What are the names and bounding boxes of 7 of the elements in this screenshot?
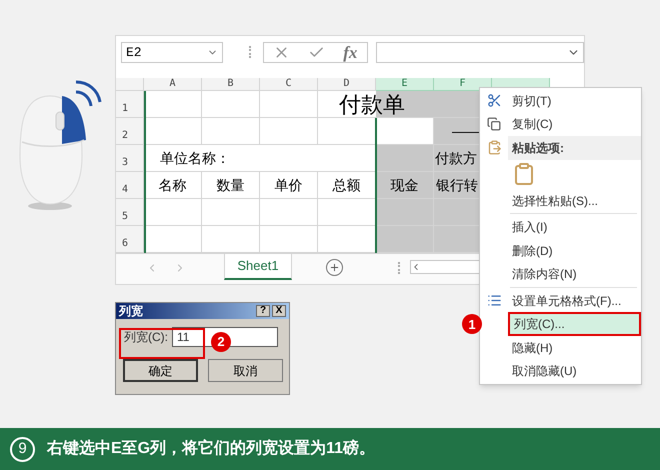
menu-section-header: 粘贴选项: [508, 136, 641, 160]
step-badge-overlay: 2 [211, 332, 231, 352]
step-badge: 1 [462, 314, 482, 334]
dialog-title: 列宽 [119, 303, 143, 320]
caption-text: 右键选中E至G列，将它们的列宽设置为11磅。 [47, 438, 376, 459]
step-number: 9 [10, 436, 35, 462]
field-label: 列宽(C): [124, 329, 168, 346]
